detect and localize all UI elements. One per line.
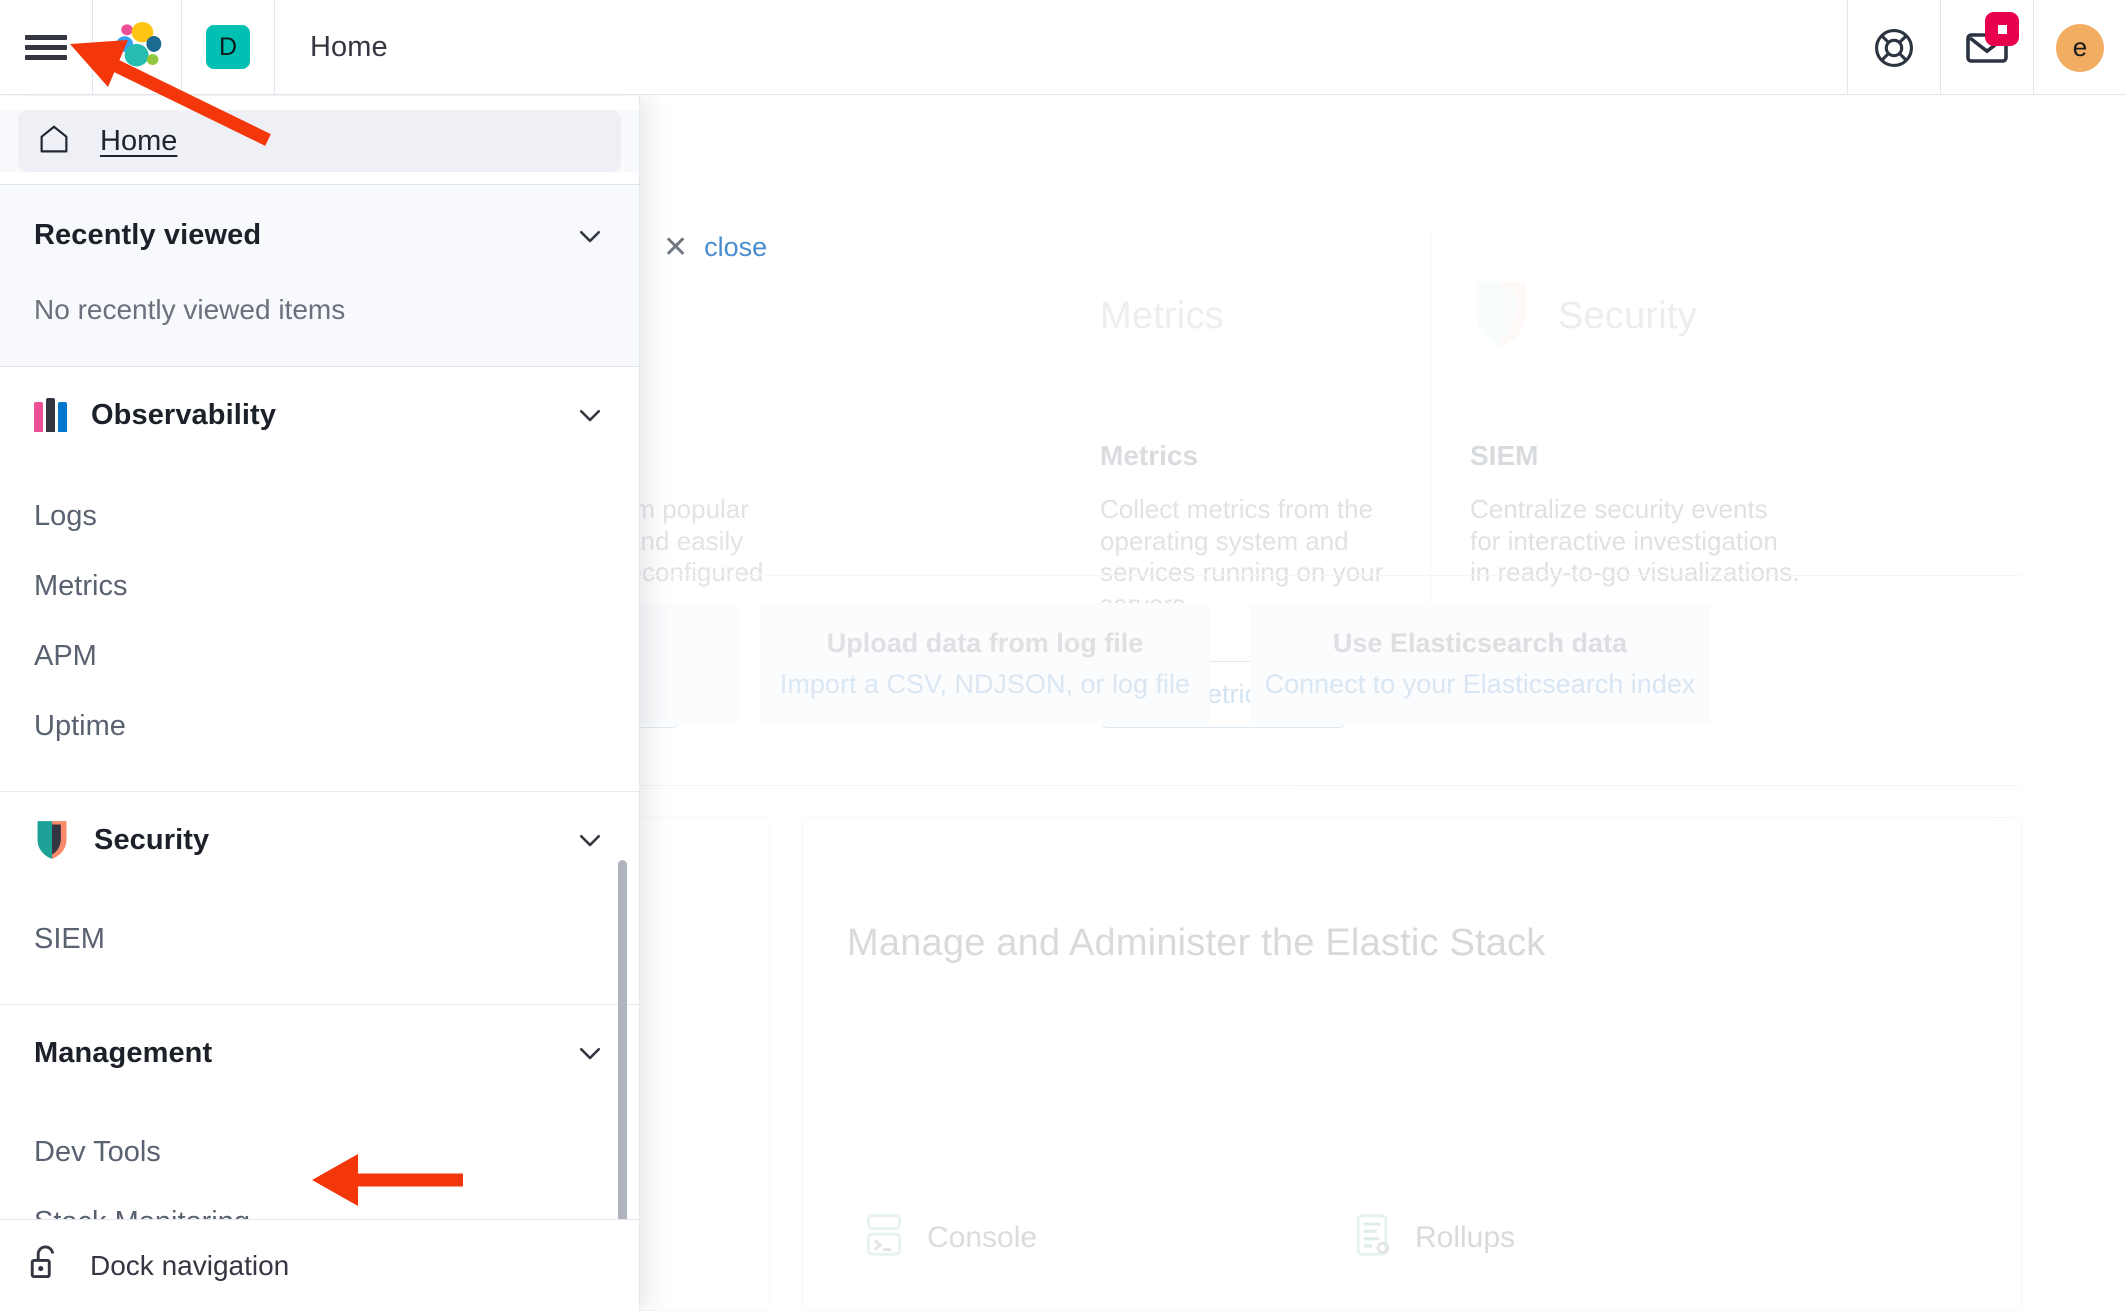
- section-divider: [440, 575, 2020, 576]
- user-menu[interactable]: e: [2034, 0, 2126, 95]
- chevron-down-icon[interactable]: [575, 400, 605, 430]
- chevron-down-icon[interactable]: [575, 1038, 605, 1068]
- home-icon: [38, 124, 70, 159]
- avatar: e: [2056, 23, 2104, 72]
- bottom-panel-manage: Manage and Administer the Elastic Stack …: [802, 817, 2022, 1311]
- security-shield-logo-icon: [1470, 280, 1532, 353]
- panel-link-rollups[interactable]: Rollups: [1353, 1213, 1515, 1262]
- flyout-top: Home: [0, 110, 639, 172]
- column-description: Collect metrics from the operating syste…: [1100, 494, 1384, 619]
- header-actions: e: [1847, 0, 2126, 95]
- nav-item-home-label: Home: [100, 124, 178, 157]
- column-title: Security: [1558, 294, 1697, 337]
- nav-section-security: Security SIEM: [0, 792, 639, 1004]
- recently-viewed-header[interactable]: Recently viewed: [34, 219, 605, 252]
- app-header: D Home e: [0, 0, 2126, 95]
- notification-badge: [1985, 12, 2019, 46]
- panel-link-console[interactable]: Console: [865, 1213, 1037, 1262]
- nav-item-uptime[interactable]: Uptime: [34, 691, 605, 761]
- mail-newsfeed-icon[interactable]: [1941, 0, 2033, 95]
- rollups-icon: [1353, 1213, 1391, 1262]
- link-label: Console: [927, 1220, 1038, 1254]
- space-selector[interactable]: D: [182, 0, 274, 95]
- nav-section-header-management[interactable]: Management: [34, 1005, 605, 1101]
- breadcrumb[interactable]: Home: [275, 0, 388, 95]
- lifesaver-help-icon[interactable]: [1848, 0, 1940, 95]
- tile-title: Use Elasticsearch data: [1332, 628, 1628, 658]
- column-subtitle: SIEM: [1470, 440, 1539, 471]
- tile-subtitle: Import a CSV, NDJSON, or log file: [779, 669, 1191, 699]
- nav-section-title: Management: [34, 1036, 213, 1069]
- app-root: ✕ close Logs Logs Ingest logs from popul…: [0, 0, 2126, 1311]
- dock-navigation-button[interactable]: Dock navigation: [0, 1219, 639, 1311]
- nav-section-observability: Observability Logs Metrics APM Uptime: [0, 367, 639, 791]
- elastic-logo-icon[interactable]: [93, 0, 181, 95]
- nav-section-header-security[interactable]: Security: [34, 792, 605, 888]
- nav-section-header-observability[interactable]: Observability: [34, 367, 605, 463]
- security-shield-logo-icon: [34, 820, 70, 860]
- observability-logo-icon: [34, 398, 67, 432]
- nav-section-title: Security: [94, 823, 210, 856]
- upload-tile[interactable]: Use Elasticsearch data Connect to your E…: [1250, 603, 1710, 725]
- tile-subtitle: Connect to your Elasticsearch index: [1264, 669, 1696, 699]
- nav-section-title: Observability: [91, 398, 277, 431]
- nav-item-logs[interactable]: Logs: [34, 481, 605, 551]
- recently-viewed-empty: No recently viewed items: [34, 294, 346, 325]
- link-label: Rollups: [1415, 1220, 1516, 1254]
- column-header-security: Security: [1470, 270, 1850, 362]
- unlock-icon: [28, 1244, 62, 1287]
- panel-title: Manage and Administer the Elastic Stack: [847, 922, 1546, 964]
- column-subtitle: Metrics: [1100, 440, 1199, 471]
- section-divider: [440, 785, 2020, 786]
- chevron-down-icon[interactable]: [575, 221, 605, 251]
- column-title: Metrics: [1100, 294, 1224, 337]
- nav-item-apm[interactable]: APM: [34, 621, 605, 691]
- dock-navigation-label: Dock navigation: [90, 1249, 290, 1281]
- close-link[interactable]: ✕ close: [663, 230, 767, 265]
- console-icon: [865, 1213, 903, 1262]
- chevron-down-icon[interactable]: [575, 825, 605, 855]
- recently-viewed-section: Recently viewed No recently viewed items: [0, 185, 639, 366]
- nav-item-siem[interactable]: SIEM: [34, 904, 605, 974]
- hamburger-menu-icon[interactable]: [0, 0, 92, 95]
- column-header-metrics: Metrics: [1100, 270, 1480, 362]
- close-label: close: [704, 232, 768, 262]
- recently-viewed-title: Recently viewed: [34, 219, 262, 251]
- nav-item-home[interactable]: Home: [18, 110, 621, 172]
- tile-title: Upload data from log file: [826, 628, 1144, 658]
- nav-item-metrics[interactable]: Metrics: [34, 551, 605, 621]
- upload-tile[interactable]: Upload data from log file Import a CSV, …: [760, 603, 1210, 725]
- navigation-flyout: Home Recently viewed No recently viewed …: [0, 96, 640, 1311]
- close-x-icon: ✕: [663, 231, 689, 264]
- nav-item-dev-tools[interactable]: Dev Tools: [34, 1117, 605, 1187]
- space-badge: D: [206, 25, 250, 69]
